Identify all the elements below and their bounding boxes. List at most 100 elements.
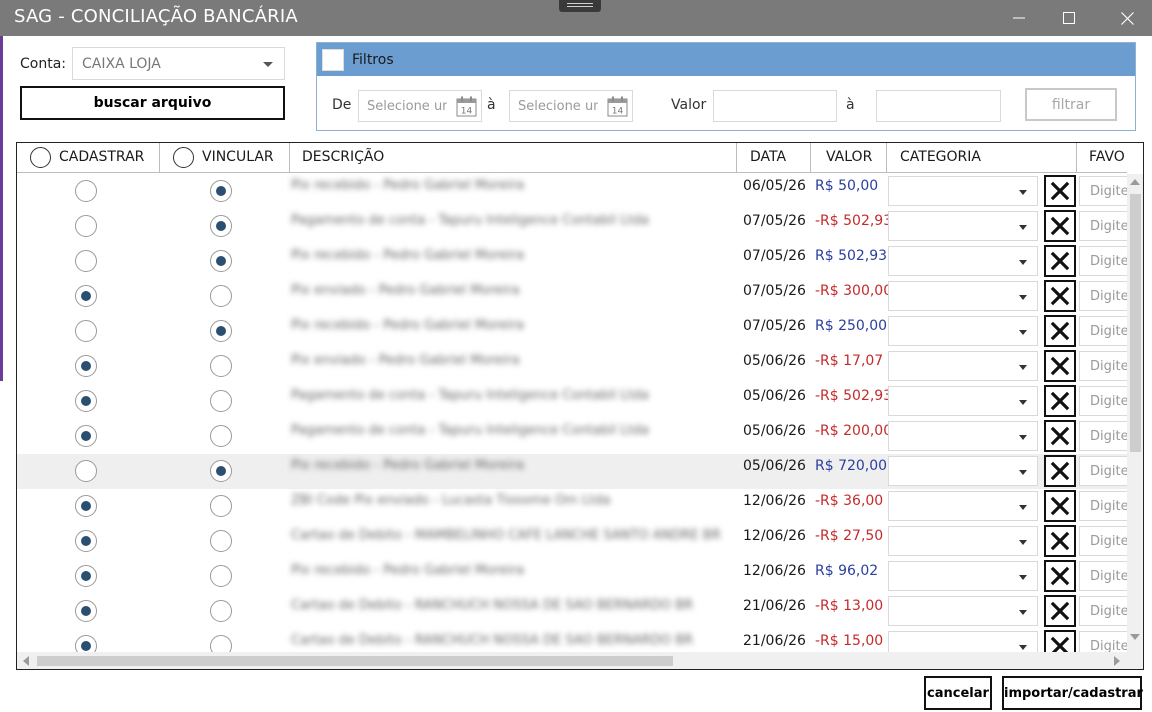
categoria-select[interactable] (888, 211, 1038, 241)
clear-categoria-button[interactable] (1044, 490, 1076, 522)
favorecido-input[interactable]: Digite (1079, 316, 1127, 346)
table-row[interactable]: Pix enviado - Pedro Gabriel Moreira 05/06… (17, 349, 1127, 384)
vincular-radio[interactable] (210, 390, 232, 412)
table-row[interactable]: Pix recebido - Pedro Gabriel Moreira 07/0… (17, 244, 1127, 279)
clear-categoria-button[interactable] (1044, 560, 1076, 592)
vincular-radio[interactable] (210, 250, 232, 272)
vincular-radio[interactable] (210, 495, 232, 517)
favorecido-input[interactable]: Digite (1079, 281, 1127, 311)
table-row[interactable]: ZBI Code Pix enviado - Lucasta Tiosome O… (17, 489, 1127, 524)
drag-grip-icon[interactable] (559, 0, 601, 12)
categoria-select[interactable] (888, 561, 1038, 591)
filtrar-button[interactable]: filtrar (1025, 88, 1117, 121)
clear-categoria-button[interactable] (1044, 350, 1076, 382)
cadastrar-radio[interactable] (75, 180, 97, 202)
clear-categoria-button[interactable] (1044, 315, 1076, 347)
horizontal-scrollbar[interactable] (17, 652, 1143, 669)
clear-categoria-button[interactable] (1044, 245, 1076, 277)
maximize-button[interactable] (1046, 0, 1092, 36)
scroll-up-icon[interactable] (1130, 179, 1140, 185)
favorecido-input[interactable]: Digite (1079, 596, 1127, 626)
header-valor[interactable]: VALOR (811, 143, 887, 173)
table-row[interactable]: Cartao de Debito - RANCHUCH NOSSA DE SAO… (17, 629, 1127, 652)
minimize-button[interactable] (996, 0, 1042, 36)
cadastrar-radio[interactable] (75, 425, 97, 447)
importar-cadastrar-button[interactable]: importar/cadastrar (1002, 676, 1143, 710)
conta-select[interactable]: CAIXA LOJA (72, 47, 285, 80)
scroll-left-icon[interactable] (23, 656, 29, 666)
categoria-select[interactable] (888, 316, 1038, 346)
cadastrar-radio[interactable] (75, 285, 97, 307)
vincular-radio[interactable] (210, 600, 232, 622)
vincular-radio[interactable] (210, 355, 232, 377)
clear-categoria-button[interactable] (1044, 525, 1076, 557)
horizontal-scroll-thumb[interactable] (37, 656, 673, 666)
categoria-select[interactable] (888, 281, 1038, 311)
categoria-select[interactable] (888, 176, 1038, 206)
categoria-select[interactable] (888, 596, 1038, 626)
categoria-select[interactable] (888, 421, 1038, 451)
calendar-icon[interactable]: 14 (607, 96, 628, 121)
clear-categoria-button[interactable] (1044, 630, 1076, 652)
favorecido-input[interactable]: Digite (1079, 526, 1127, 556)
calendar-icon[interactable]: 14 (456, 96, 477, 121)
favorecido-input[interactable]: Digite (1079, 211, 1127, 241)
vincular-radio[interactable] (210, 425, 232, 447)
favorecido-input[interactable]: Digite (1079, 491, 1127, 521)
vincular-radio[interactable] (210, 180, 232, 202)
cancelar-button[interactable]: cancelar (924, 676, 992, 710)
cadastrar-radio[interactable] (75, 460, 97, 482)
vincular-radio[interactable] (210, 285, 232, 307)
cadastrar-radio[interactable] (75, 495, 97, 517)
vincular-all-radio[interactable] (173, 147, 194, 168)
table-row[interactable]: Pix recebido - Pedro Gabriel Moreira 12/0… (17, 559, 1127, 594)
scroll-right-icon[interactable] (1114, 656, 1120, 666)
cadastrar-radio[interactable] (75, 530, 97, 552)
categoria-select[interactable] (888, 456, 1038, 486)
favorecido-input[interactable]: Digite (1079, 631, 1127, 652)
vincular-radio[interactable] (210, 635, 232, 652)
favorecido-input[interactable]: Digite (1079, 456, 1127, 486)
clear-categoria-button[interactable] (1044, 175, 1076, 207)
clear-categoria-button[interactable] (1044, 595, 1076, 627)
header-categoria[interactable]: CATEGORIA (887, 143, 1077, 173)
cadastrar-radio[interactable] (75, 635, 97, 652)
vincular-radio[interactable] (210, 215, 232, 237)
categoria-select[interactable] (888, 246, 1038, 276)
table-row[interactable]: Pix enviado - Pedro Gabriel Moreira 07/05… (17, 279, 1127, 314)
cadastrar-radio[interactable] (75, 355, 97, 377)
vincular-radio[interactable] (210, 320, 232, 342)
cadastrar-radio[interactable] (75, 565, 97, 587)
date-from-input[interactable]: Selecione uma data 14 (358, 90, 482, 122)
table-row[interactable]: Pagamento de conta - Tapuru Inteligence … (17, 384, 1127, 419)
header-cadastrar[interactable]: CADASTRAR (17, 143, 160, 173)
valor-to-input[interactable] (876, 90, 1001, 122)
clear-categoria-button[interactable] (1044, 210, 1076, 242)
table-row[interactable]: Pix recebido - Pedro Gabriel Moreira 05/0… (17, 454, 1127, 489)
favorecido-input[interactable]: Digite (1079, 351, 1127, 381)
table-row[interactable]: Pix recebido - Pedro Gabriel Moreira 07/0… (17, 314, 1127, 349)
categoria-select[interactable] (888, 526, 1038, 556)
clear-categoria-button[interactable] (1044, 420, 1076, 452)
favorecido-input[interactable]: Digite (1079, 561, 1127, 591)
table-row[interactable]: Pagamento de conta - Tapuru Inteligence … (17, 209, 1127, 244)
table-row[interactable]: Cartao de Debito - MAMBELINHO CAFE LANCH… (17, 524, 1127, 559)
vincular-radio[interactable] (210, 565, 232, 587)
header-favorecido[interactable]: FAVO (1077, 143, 1137, 173)
header-data[interactable]: DATA (737, 143, 811, 173)
vincular-radio[interactable] (210, 530, 232, 552)
table-row[interactable]: Pagamento de conta - Tapuru Inteligence … (17, 419, 1127, 454)
vertical-scroll-thumb[interactable] (1130, 194, 1141, 452)
header-vincular[interactable]: VINCULAR (160, 143, 290, 173)
clear-categoria-button[interactable] (1044, 280, 1076, 312)
categoria-select[interactable] (888, 631, 1038, 652)
favorecido-input[interactable]: Digite (1079, 386, 1127, 416)
cadastrar-radio[interactable] (75, 320, 97, 342)
vincular-radio[interactable] (210, 460, 232, 482)
filtros-checkbox[interactable] (322, 49, 344, 71)
categoria-select[interactable] (888, 491, 1038, 521)
clear-categoria-button[interactable] (1044, 385, 1076, 417)
buscar-arquivo-button[interactable]: buscar arquivo (20, 86, 285, 120)
cadastrar-radio[interactable] (75, 215, 97, 237)
table-row[interactable]: Cartao de Debito - RANCHUCH NOSSA DE SAO… (17, 594, 1127, 629)
